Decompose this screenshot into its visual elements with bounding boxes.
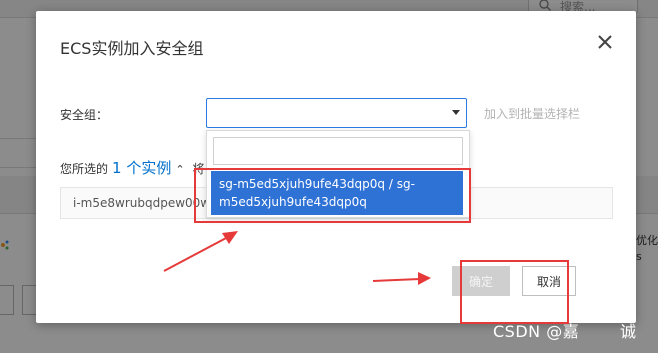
annotation-highlight-option [194,168,471,223]
dialog-title: ECS实例加入安全组 [60,39,204,58]
watermark-tail: 诚 [620,322,637,341]
selected-instances-summary: 您所选的 1 个实例 ⌃ 将 [60,157,205,178]
add-to-batch-link[interactable]: 加入到批量选择栏 [484,105,580,122]
security-group-label: 安全组： [60,108,109,122]
security-group-select[interactable] [206,98,467,128]
selected-count-link[interactable]: 1 个实例 [112,159,171,177]
close-icon[interactable] [596,33,614,51]
dropdown-search-input[interactable] [213,137,463,165]
annotation-highlight-confirm [460,260,569,324]
chevron-up-icon[interactable]: ⌃ [175,163,184,176]
caret-down-icon [452,110,460,115]
selected-prefix: 您所选的 [60,162,109,176]
watermark: CSDN @嘉 [493,322,580,341]
